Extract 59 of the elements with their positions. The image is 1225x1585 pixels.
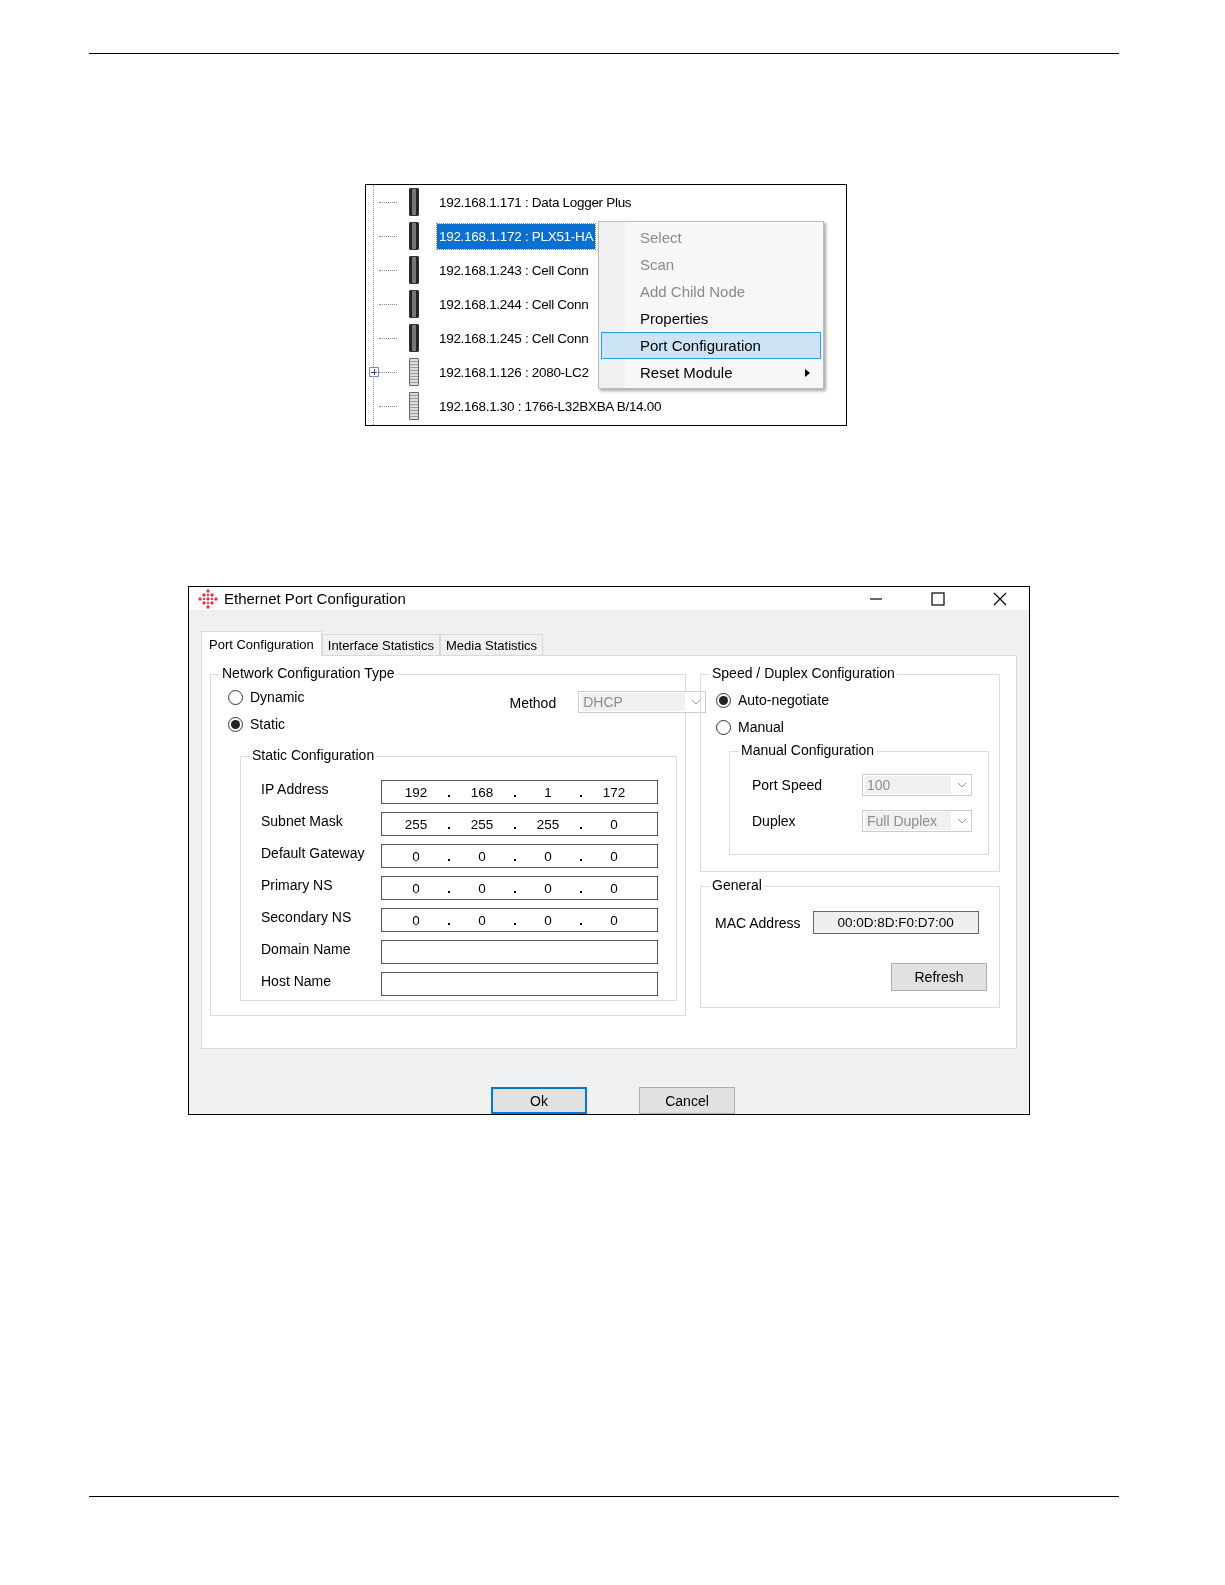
field-label: Default Gateway — [261, 844, 366, 862]
field-label: Port Speed — [752, 777, 824, 793]
ip-address-field[interactable]: 255 255 255 0 — [381, 812, 658, 836]
tab[interactable]: Port Configuration — [201, 631, 322, 656]
menu-item[interactable]: Reset Module — [601, 359, 821, 386]
radio-label: Manual — [738, 719, 784, 735]
menu-item[interactable]: Port Configuration — [601, 332, 821, 359]
device-icon — [409, 222, 419, 250]
radio-label: Auto-negotiate — [738, 692, 830, 708]
device-icon — [409, 256, 419, 284]
field-label: Subnet Mask — [261, 812, 344, 830]
expand-icon[interactable] — [369, 367, 379, 377]
tree-item[interactable]: 192.168.1.243 : Cell Conn — [437, 257, 591, 283]
field-label: MAC Address — [715, 914, 801, 931]
dialog-button[interactable]: Ok — [491, 1087, 587, 1114]
chevron-down-icon — [957, 782, 967, 788]
tree-item[interactable]: 192.168.1.245 : Cell Conn — [437, 325, 591, 351]
ip-address-field[interactable]: 192 168 1 172 — [381, 780, 658, 804]
device-icon — [409, 324, 419, 352]
field-label: IP Address — [261, 780, 330, 798]
group-title: Network Configuration Type — [220, 665, 397, 681]
chevron-down-icon — [957, 818, 967, 824]
menu-item[interactable]: Properties — [601, 305, 821, 332]
device-icon — [409, 358, 419, 386]
logo-icon — [198, 588, 218, 609]
refresh-button[interactable]: Refresh — [891, 963, 987, 991]
device-icon — [409, 290, 419, 318]
tree-item[interactable]: 192.168.1.244 : Cell Conn — [437, 291, 591, 317]
ip-address-field[interactable]: 0 0 0 0 — [381, 908, 658, 932]
tree-item[interactable]: 192.168.1.172 : PLX51-HA — [437, 223, 596, 249]
field-label: Primary NS — [261, 876, 334, 894]
group-title: Speed / Duplex Configuration — [710, 665, 897, 681]
maximize-icon[interactable] — [931, 591, 945, 606]
field-label: Secondary NS — [261, 908, 353, 926]
group-title: Static Configuration — [250, 747, 377, 763]
device-icon — [409, 392, 419, 420]
radio-label: Static — [250, 716, 285, 732]
field-label: Host Name — [261, 972, 333, 990]
field-label: Domain Name — [261, 940, 352, 958]
close-icon[interactable] — [993, 591, 1007, 606]
tree-item[interactable]: 192.168.1.126 : 2080-LC2 — [437, 359, 591, 385]
chevron-down-icon — [691, 699, 702, 705]
mac-address-field: 00:0D:8D:F0:D7:00 — [812, 911, 979, 934]
device-icon — [409, 188, 419, 216]
field-label: Duplex — [752, 813, 797, 829]
tree-item[interactable]: 192.168.1.171 : Data Logger Plus — [437, 189, 634, 215]
group-title: General — [710, 877, 764, 893]
tree-item[interactable]: 192.168.1.30 : 1766-L32BXBA B/14.00 — [437, 393, 664, 419]
dialog-button[interactable]: Cancel — [639, 1087, 735, 1114]
tab[interactable]: Media Statistics — [440, 634, 544, 655]
radio-label: Dynamic — [250, 689, 305, 705]
field-label: Method — [509, 695, 557, 711]
window-title: Ethernet Port Configuration — [224, 590, 407, 607]
text-field[interactable] — [381, 940, 658, 964]
ip-address-field[interactable]: 0 0 0 0 — [381, 876, 658, 900]
ip-address-field[interactable]: 0 0 0 0 — [381, 844, 658, 868]
group-title: Manual Configuration — [739, 742, 877, 758]
text-field[interactable] — [381, 972, 658, 996]
tab[interactable]: Interface Statistics — [321, 634, 440, 655]
